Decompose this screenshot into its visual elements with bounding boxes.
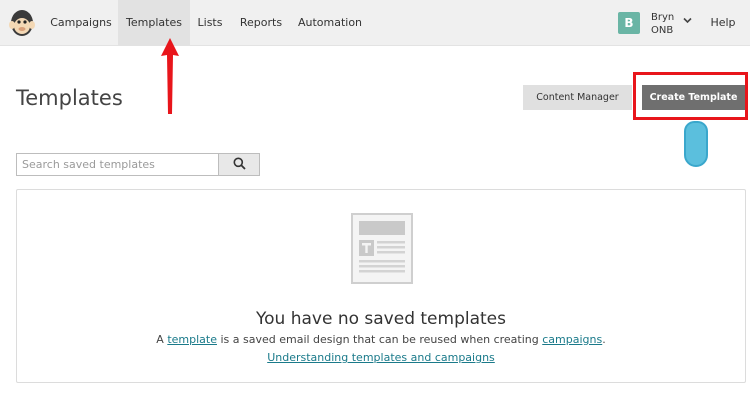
annotation-arrow-icon: [161, 38, 179, 114]
campaigns-link[interactable]: campaigns: [542, 333, 602, 346]
create-template-button[interactable]: Create Template: [642, 85, 745, 110]
page-title: Templates: [16, 86, 123, 110]
search-icon: [233, 157, 246, 173]
top-nav: Campaigns Templates Lists Reports Automa…: [0, 0, 750, 46]
empty-state-description: A template is a saved email design that …: [17, 333, 745, 346]
empty-state-help-link-row: Understanding templates and campaigns: [17, 351, 745, 364]
understanding-templates-link[interactable]: Understanding templates and campaigns: [267, 351, 495, 364]
nav-item-campaigns[interactable]: Campaigns: [44, 0, 118, 46]
user-org: ONB: [651, 25, 674, 36]
nav-item-lists[interactable]: Lists: [190, 0, 230, 46]
nav-item-reports[interactable]: Reports: [233, 0, 289, 46]
content-manager-button[interactable]: Content Manager: [523, 85, 632, 110]
search-button[interactable]: [219, 154, 259, 175]
desc-middle: is a saved email design that can be reus…: [216, 333, 543, 346]
mailchimp-logo-icon[interactable]: [0, 0, 44, 46]
search-box: [16, 153, 260, 176]
desc-suffix: .: [602, 333, 606, 346]
template-link[interactable]: template: [167, 333, 217, 346]
empty-state-panel: You have no saved templates A template i…: [16, 189, 746, 383]
user-name: Bryn: [651, 12, 675, 23]
avatar[interactable]: B: [618, 12, 640, 34]
nav-item-automation[interactable]: Automation: [292, 0, 368, 46]
search-input[interactable]: [17, 154, 219, 175]
pointer-cursor-icon: [684, 121, 708, 167]
empty-state-title: You have no saved templates: [256, 309, 506, 329]
chevron-down-icon[interactable]: [683, 16, 692, 27]
desc-prefix: A: [156, 333, 168, 346]
account-menu[interactable]: Bryn ONB: [651, 11, 674, 37]
template-document-icon: [351, 213, 413, 284]
nav-item-help[interactable]: Help: [710, 0, 736, 46]
